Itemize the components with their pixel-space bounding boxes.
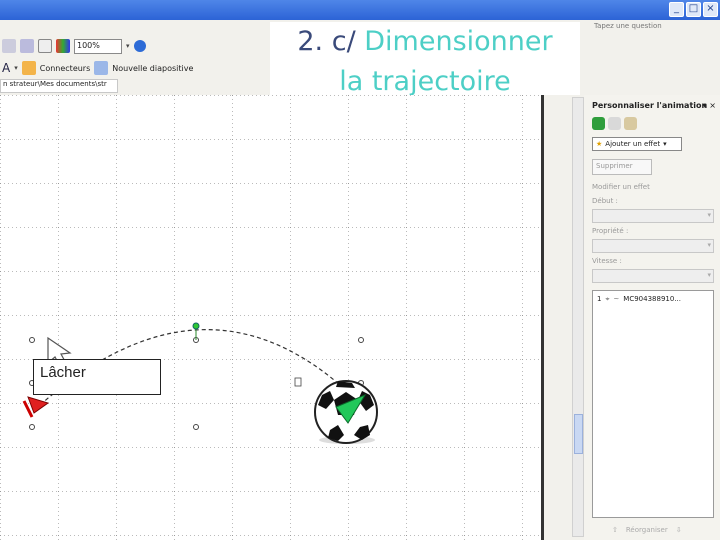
pane-navigation <box>592 117 637 130</box>
add-effect-label: Ajouter un effet <box>605 140 661 148</box>
new-slide-button[interactable]: Nouvelle diapositive <box>112 64 193 73</box>
speed-select[interactable] <box>592 269 714 283</box>
standard-toolbar: 100% ▾ <box>0 35 146 57</box>
reorder-controls: ⇧ Réorganiser ⇩ <box>592 523 714 537</box>
list-item-number: 1 <box>597 295 602 303</box>
resize-handle[interactable] <box>29 424 35 430</box>
print-icon[interactable] <box>2 39 16 53</box>
property-label: Propriété : <box>592 227 629 235</box>
custom-animation-pane: Personnaliser l'animation ▾ × ★ Ajouter … <box>584 95 720 540</box>
file-path-field[interactable]: n strateur\Mes documents\str <box>0 79 118 93</box>
pane-title: Personnaliser l'animation <box>592 101 708 110</box>
drawing-toolbar: A ▾ Connecteurs Nouvelle diapositive <box>0 57 193 79</box>
slide-title: 2. c/ Dimensionner la trajectoire <box>270 22 580 102</box>
title-line-1: Dimensionner <box>355 26 553 57</box>
scroll-thumb[interactable] <box>574 414 583 454</box>
slide-canvas[interactable]: Lâcher <box>0 95 541 540</box>
chevron-down-icon: ▾ <box>663 140 667 148</box>
motion-path-icon: ~ <box>613 295 620 303</box>
resize-handle[interactable] <box>29 337 35 343</box>
scroll-track[interactable] <box>572 97 584 537</box>
help-icon[interactable] <box>133 40 146 52</box>
animation-list[interactable]: 1 ⌖ ~ MC904388910... <box>592 290 714 518</box>
title-number: 2. <box>297 26 332 57</box>
drawing-grid <box>0 95 541 540</box>
pane-close-icon[interactable]: ▾ × <box>703 101 716 110</box>
title-line-2: la trajectoire <box>339 66 511 97</box>
forward-icon[interactable] <box>608 117 621 130</box>
resize-handle[interactable] <box>193 424 199 430</box>
font-color-icon[interactable]: A <box>2 61 10 75</box>
close-button[interactable]: × <box>703 2 718 17</box>
color-icon[interactable] <box>56 39 70 53</box>
reorder-label: Réorganiser <box>625 526 668 534</box>
resize-handle[interactable] <box>358 337 364 343</box>
title-letter: c/ <box>331 26 356 57</box>
window-controls: _ □ × <box>669 2 718 17</box>
lacher-textbox[interactable]: Lâcher <box>33 359 161 395</box>
add-effect-button[interactable]: ★ Ajouter un effet ▾ <box>592 137 682 151</box>
move-up-icon[interactable]: ⇧ <box>612 526 618 534</box>
rotate-handle[interactable] <box>192 322 200 330</box>
new-slide-icon <box>94 61 109 75</box>
property-select[interactable] <box>592 239 714 253</box>
window-title-bar: _ □ × <box>0 0 720 20</box>
modify-effect-label: Modifier un effet <box>592 183 650 191</box>
zoom-dropdown-icon[interactable]: ▾ <box>126 42 130 50</box>
spell-icon[interactable] <box>20 39 34 53</box>
animation-number-marker <box>294 377 302 387</box>
animation-list-item[interactable]: 1 ⌖ ~ MC904388910... <box>597 295 681 304</box>
vertical-scrollbar[interactable] <box>541 95 584 540</box>
back-icon[interactable] <box>592 117 605 130</box>
speed-label: Vitesse : <box>592 257 622 265</box>
start-select[interactable] <box>592 209 714 223</box>
mouse-icon: ⌖ <box>605 295 610 303</box>
home-icon[interactable] <box>624 117 637 130</box>
remove-effect-button[interactable]: Supprimer <box>592 159 652 175</box>
font-color-dropdown-icon[interactable]: ▾ <box>14 64 18 72</box>
start-label: Début : <box>592 197 618 205</box>
table-icon[interactable] <box>38 39 52 53</box>
slide-graphics <box>0 95 541 540</box>
connectors-button[interactable]: Connecteurs <box>40 64 91 73</box>
star-icon: ★ <box>596 140 603 148</box>
restore-button[interactable]: □ <box>686 2 701 17</box>
connectors-icon <box>21 61 36 75</box>
help-search-input[interactable]: Tapez une question <box>594 22 694 36</box>
zoom-input[interactable]: 100% <box>74 38 122 54</box>
list-item-text: MC904388910... <box>623 295 681 303</box>
move-down-icon[interactable]: ⇩ <box>676 526 682 534</box>
minimize-button[interactable]: _ <box>669 2 684 17</box>
